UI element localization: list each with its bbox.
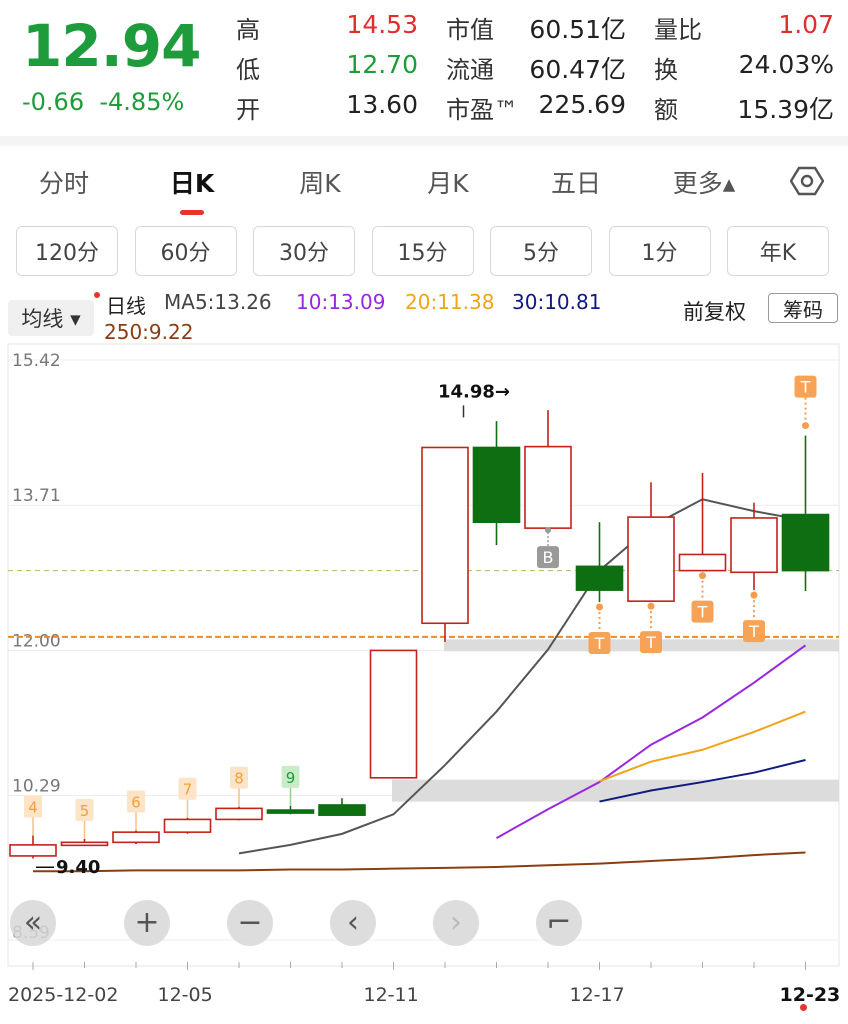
period-button[interactable]: 1分 (608, 226, 711, 276)
tab-item[interactable]: 日K (132, 164, 252, 200)
t-marker-text: T (748, 622, 759, 641)
period-button[interactable]: 120分 (16, 226, 118, 276)
y-tick-label: 12.00 (12, 631, 61, 651)
tab-item[interactable]: 分时 (4, 164, 124, 200)
quote-value: 24.03% (738, 50, 834, 79)
candle (472, 421, 521, 546)
t-marker-text: T (697, 603, 708, 622)
rewind-button[interactable]: « (10, 900, 56, 946)
count-marker-text: 7 (183, 781, 193, 799)
x-tick-label: 12-23 (779, 984, 841, 1006)
zoom-in-icon: + (134, 905, 160, 940)
red-dot-icon (800, 1004, 807, 1011)
ma5-value: MA5:13.26 (164, 290, 272, 314)
candle (730, 502, 778, 591)
ma-selector[interactable]: 均线 ▾ (8, 300, 94, 336)
prev-icon: ‹ (347, 905, 359, 940)
buy-marker-text: B (543, 548, 554, 567)
fit-icon: ⌐ (546, 905, 572, 940)
count-marker-text: 5 (80, 802, 90, 820)
next-button[interactable]: › (433, 900, 479, 946)
quote-value: 15.39亿 (737, 95, 834, 124)
rewind-icon: « (23, 905, 43, 940)
quote-value: 60.51亿 (529, 15, 626, 44)
candle (627, 482, 675, 602)
candle (266, 805, 315, 815)
t-marker-text: T (800, 378, 811, 397)
chips-button[interactable]: 筹码 (768, 293, 838, 323)
quote-label: 高 (236, 16, 260, 44)
zoom-out-icon: − (237, 905, 263, 940)
fit-button[interactable]: ⌐ (536, 900, 582, 946)
header-divider (0, 136, 848, 146)
period-button[interactable]: 年K (727, 226, 829, 276)
tab-item[interactable]: 更多▴ (644, 164, 764, 200)
candle (163, 817, 212, 834)
period-button[interactable]: 5分 (490, 226, 592, 276)
price-change: -0.66 -4.85% (22, 88, 184, 116)
ma10-value: 10:13.09 (296, 290, 386, 314)
candle (369, 649, 418, 779)
prev-button[interactable]: ‹ (330, 900, 376, 946)
candle (215, 806, 263, 821)
y-tick-label: 10.29 (12, 777, 61, 797)
chart-frame (7, 343, 840, 967)
quote-value: 14.53 (346, 10, 418, 39)
ma20-value: 20:11.38 (405, 290, 495, 314)
quote-label: 开 (236, 96, 260, 124)
period-button[interactable]: 15分 (371, 226, 474, 276)
quote-value: 13.60 (346, 90, 418, 119)
x-tick-label: 12-17 (569, 984, 625, 1006)
ma-line-10 (496, 644, 807, 839)
candle (60, 838, 109, 847)
candle (575, 522, 624, 603)
candle (678, 472, 727, 572)
zoom-out-button[interactable]: − (227, 900, 273, 946)
quote-value: 60.47亿 (529, 55, 626, 84)
count-marker-text: 4 (28, 799, 38, 817)
count-marker-text: 8 (234, 770, 244, 788)
ma30-value: 30:10.81 (512, 290, 602, 314)
tab-item[interactable]: 周K (260, 164, 380, 200)
quote-label: 低 (236, 56, 260, 84)
adjust-mode[interactable]: 前复权 (683, 296, 746, 326)
quote-value: 1.07 (778, 10, 834, 39)
max-price-label: 14.98→ (438, 381, 510, 402)
red-dot-icon (94, 292, 100, 298)
y-tick-label: 13.71 (12, 486, 61, 506)
y-tick-label: 15.42 (12, 351, 61, 371)
t-marker-text: T (645, 633, 656, 652)
change-amount: -0.66 (22, 88, 85, 116)
ma-line-250 (33, 851, 806, 873)
zoom-in-button[interactable]: + (124, 900, 170, 946)
current-price: 12.94 (22, 12, 201, 80)
quote-value: 225.69 (538, 90, 626, 119)
tab-item[interactable]: 月K (388, 164, 508, 200)
next-icon: › (450, 905, 462, 940)
ma-line-20 (599, 710, 806, 783)
candle (524, 410, 572, 529)
active-tab-underline (180, 210, 204, 215)
t-marker-text: T (594, 634, 605, 653)
x-tick-label: 2025-12-02 (8, 984, 119, 1006)
min-price-label: 9.40 (56, 857, 100, 878)
candle (112, 830, 160, 845)
change-percent: -4.85% (99, 88, 185, 116)
candle (9, 835, 57, 859)
x-tick-label: 12-11 (363, 984, 419, 1006)
candle (421, 446, 469, 642)
ma-line-name: 日线 (106, 294, 146, 318)
candle (318, 798, 366, 817)
tab-item[interactable]: 五日 (516, 164, 636, 200)
count-marker-text: 9 (286, 769, 296, 787)
settings-icon[interactable] (790, 164, 824, 198)
period-button[interactable]: 60分 (134, 226, 237, 276)
count-marker-text: 6 (131, 793, 141, 811)
candle (781, 435, 830, 591)
x-tick-label: 12-05 (157, 984, 213, 1006)
kline-chart[interactable]: 15.4213.7112.0010.298.59456789BTTTTT14.9… (0, 340, 848, 970)
quote-value: 12.70 (346, 50, 418, 79)
period-button[interactable]: 30分 (253, 226, 355, 276)
